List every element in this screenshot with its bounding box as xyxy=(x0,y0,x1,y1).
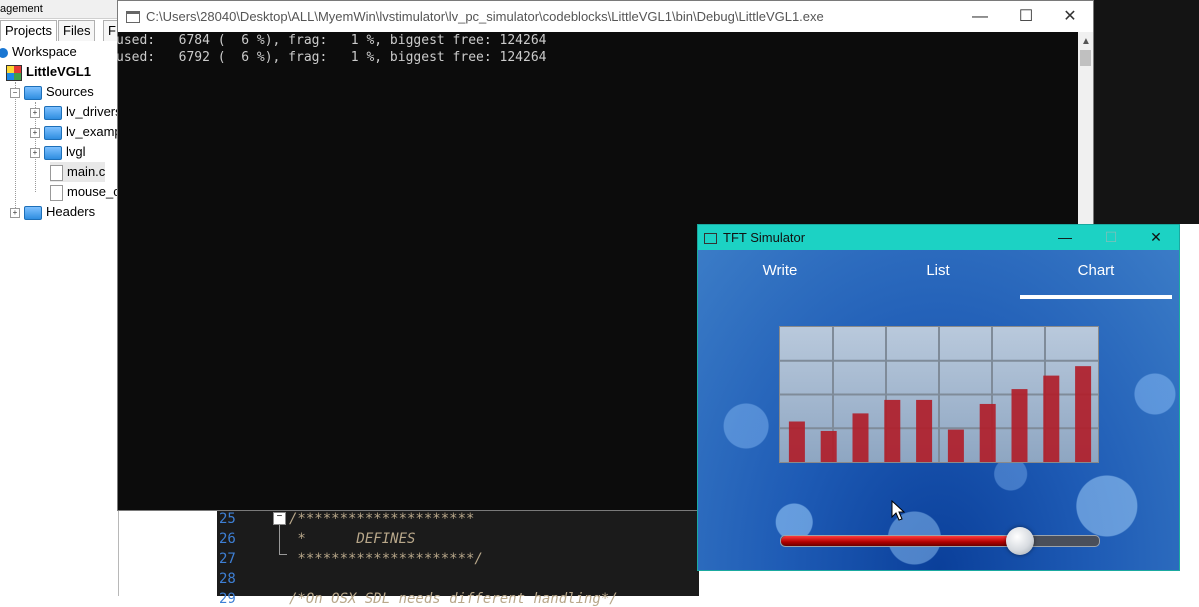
main-c-label: main.c xyxy=(67,164,106,179)
line-number: 29 xyxy=(219,591,236,607)
chart-bar xyxy=(788,421,805,462)
folder-icon xyxy=(44,125,62,140)
close-button[interactable]: ✕ xyxy=(1047,1,1093,32)
tree-lv-examples[interactable]: + lv_examp xyxy=(30,122,122,142)
code-editor[interactable]: 25 26 27 28 29 − /********************* … xyxy=(217,510,699,607)
code-line: /********************* xyxy=(289,511,475,527)
minimize-button[interactable]: — xyxy=(957,1,1003,32)
mouse-cursor-icon xyxy=(891,500,905,521)
chart-bar xyxy=(820,430,837,462)
tree-lv-drivers[interactable]: + lv_drivers xyxy=(30,102,122,122)
mouse-c-label: mouse_c xyxy=(67,184,120,199)
tree-headers[interactable]: + Headers xyxy=(10,202,95,222)
tft-title: TFT Simulator xyxy=(723,230,806,245)
chart-bar xyxy=(1011,389,1028,462)
folder-icon xyxy=(44,105,62,120)
tab-projects[interactable]: Projects xyxy=(0,20,57,41)
code-line: * DEFINES xyxy=(289,531,416,547)
line-number: 26 xyxy=(219,531,236,547)
tft-window-icon xyxy=(704,233,717,244)
scroll-thumb[interactable] xyxy=(1080,50,1091,66)
tree-mouse-c[interactable]: mouse_c xyxy=(50,182,120,202)
collapse-icon[interactable]: − xyxy=(10,87,20,98)
tft-close-button[interactable]: ✕ xyxy=(1133,225,1179,250)
headers-label: Headers xyxy=(46,204,96,219)
lvgl-label: lvgl xyxy=(66,144,86,159)
tree-lvgl[interactable]: + lvgl xyxy=(30,142,86,162)
folder-icon xyxy=(24,85,42,100)
folder-icon xyxy=(24,205,42,220)
expand-icon[interactable]: + xyxy=(30,127,40,138)
management-panel: agement Projects Files F Workspace Littl… xyxy=(0,0,122,596)
bar-chart xyxy=(779,326,1099,463)
tft-simulator-window: TFT Simulator — ☐ ✕ Write List Chart xyxy=(697,224,1180,571)
slider[interactable] xyxy=(780,527,1100,555)
chart-canvas xyxy=(780,327,1098,462)
fold-end xyxy=(279,554,287,555)
chart-bar xyxy=(1043,375,1060,462)
tft-maximize-button[interactable]: ☐ xyxy=(1088,225,1134,250)
chart-bar xyxy=(852,413,869,462)
tree-project[interactable]: LittleVGL1 xyxy=(6,62,91,82)
line-number: 28 xyxy=(219,571,236,587)
tft-titlebar[interactable]: TFT Simulator — ☐ ✕ xyxy=(698,225,1179,250)
code-line: *********************/ xyxy=(289,551,483,567)
management-title: agement xyxy=(0,0,118,19)
expand-icon[interactable]: + xyxy=(10,207,20,218)
console-line: used: 6784 ( 6 %), frag: 1 %, biggest fr… xyxy=(116,33,547,48)
slider-knob[interactable] xyxy=(1005,527,1034,555)
tree-workspace[interactable]: Workspace xyxy=(0,42,77,62)
workspace-icon xyxy=(0,47,8,58)
line-number: 25 xyxy=(219,511,236,527)
slider-fill xyxy=(781,536,1020,546)
chart-bar xyxy=(947,429,964,462)
management-tabs: Projects Files F xyxy=(0,20,121,42)
scroll-up-icon[interactable]: ▲ xyxy=(1081,36,1091,47)
tree-sources[interactable]: − Sources xyxy=(10,82,94,102)
chart-bar xyxy=(1075,366,1092,462)
fold-toggle-icon[interactable]: − xyxy=(273,512,286,525)
workspace-label: Workspace xyxy=(12,44,77,59)
tab-chart[interactable]: Chart xyxy=(1036,262,1156,279)
chart-bar xyxy=(916,399,933,462)
tree-main-c[interactable]: main.c xyxy=(50,162,106,182)
active-tab-indicator xyxy=(1020,295,1172,299)
expand-icon[interactable]: + xyxy=(30,147,40,158)
expand-icon[interactable]: + xyxy=(30,107,40,118)
console-line: used: 6792 ( 6 %), frag: 1 %, biggest fr… xyxy=(116,50,547,65)
tft-minimize-button[interactable]: — xyxy=(1042,225,1088,250)
lv-drivers-label: lv_drivers xyxy=(66,104,122,119)
folder-icon xyxy=(44,145,62,160)
line-number: 27 xyxy=(219,551,236,567)
tft-screen: Write List Chart xyxy=(698,250,1179,570)
console-titlebar[interactable]: C:\Users\28040\Desktop\ALL\MyemWin\lvsti… xyxy=(118,1,1093,32)
code-line: /*On OSX SDL needs different handling*/ xyxy=(289,591,618,607)
project-label: LittleVGL1 xyxy=(26,64,92,79)
chart-bar xyxy=(979,403,996,462)
tab-list[interactable]: List xyxy=(878,262,998,279)
maximize-button[interactable]: ☐ xyxy=(1003,1,1049,32)
file-icon xyxy=(50,164,63,181)
lv-examples-label: lv_examp xyxy=(66,124,122,139)
console-window-icon xyxy=(126,11,140,23)
editor-background xyxy=(1093,0,1199,224)
sources-label: Sources xyxy=(46,84,94,99)
fold-line xyxy=(279,525,280,555)
console-title: C:\Users\28040\Desktop\ALL\MyemWin\lvsti… xyxy=(146,9,824,24)
file-icon xyxy=(50,184,63,201)
chart-bar xyxy=(884,399,901,462)
project-icon xyxy=(6,64,22,81)
tab-write[interactable]: Write xyxy=(720,262,840,279)
tab-files[interactable]: Files xyxy=(58,20,96,41)
